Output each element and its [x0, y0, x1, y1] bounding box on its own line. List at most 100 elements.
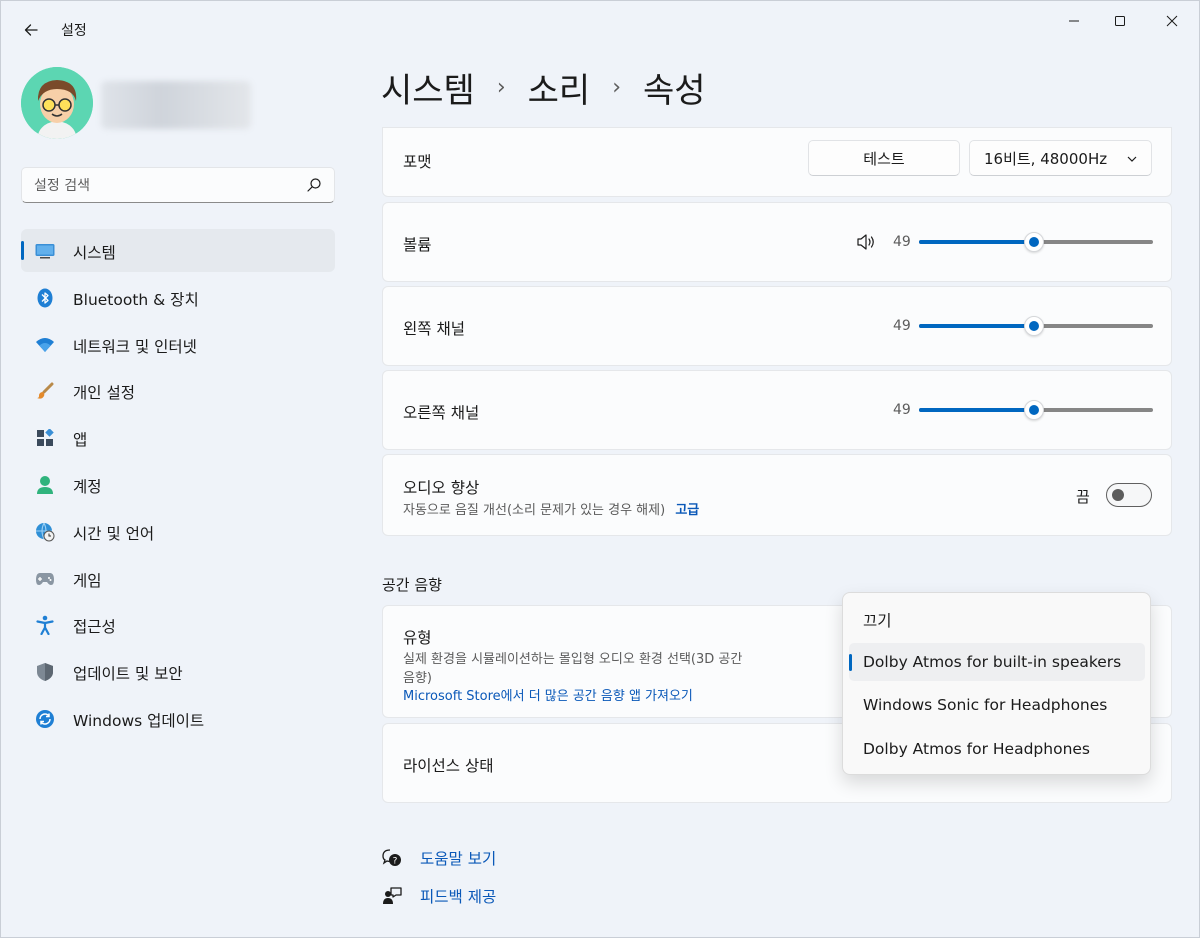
toggle-knob: [1112, 489, 1124, 501]
bluetooth-icon: [35, 288, 55, 308]
chevron-right-icon: ›: [612, 75, 622, 100]
feedback-icon: [381, 885, 403, 907]
breadcrumb: 시스템 › 소리 › 속성: [381, 63, 706, 112]
app-title: 설정: [61, 23, 87, 39]
left-channel-slider[interactable]: [919, 316, 1153, 336]
maximize-icon: [1115, 16, 1125, 26]
sidebar-item-label: 접근성: [73, 618, 116, 637]
sidebar-item-label: 게임: [73, 571, 102, 590]
slider-thumb[interactable]: [1024, 232, 1044, 252]
sidebar-item-label: Windows 업데이트: [73, 711, 205, 730]
gamepad-icon: [35, 569, 55, 589]
advanced-link[interactable]: 고급: [675, 503, 699, 518]
store-link[interactable]: Microsoft Store에서 더 많은 공간 음향 앱 가져오기: [403, 685, 693, 704]
help-link[interactable]: ? 도움말 보기: [381, 847, 496, 869]
page-title: 속성: [643, 71, 706, 111]
volume-value: 49: [893, 234, 911, 250]
minimize-button[interactable]: [1051, 5, 1097, 37]
sidebar-item-label: 계정: [73, 477, 102, 496]
slider-fill: [919, 240, 1034, 244]
audio-enhance-description: 자동으로 음질 개선(소리 문제가 있는 경우 해제) 고급: [403, 499, 699, 518]
breadcrumb-sound[interactable]: 소리: [528, 63, 591, 112]
maximize-button[interactable]: [1097, 5, 1143, 37]
apps-icon: [35, 428, 55, 448]
format-dropdown-value: 16비트, 48000Hz: [984, 149, 1108, 168]
sidebar-item-label: Bluetooth & 장치: [73, 290, 199, 309]
test-button-label: 테스트: [863, 149, 905, 168]
profile-name-blurred: [101, 81, 251, 129]
sidebar-item-label: 네트워크 및 인터넷: [73, 337, 197, 356]
sidebar-item-personalization[interactable]: 개인 설정: [21, 369, 335, 412]
sidebar-item-time-language[interactable]: 시간 및 언어: [21, 510, 335, 553]
search-box[interactable]: [21, 167, 335, 203]
search-input[interactable]: [34, 176, 294, 196]
license-label: 라이선스 상태: [403, 757, 494, 775]
sidebar-item-apps[interactable]: 앱: [21, 416, 335, 459]
sidebar-item-update-security[interactable]: 업데이트 및 보안: [21, 650, 335, 693]
sidebar-item-bluetooth[interactable]: Bluetooth & 장치: [21, 276, 335, 319]
format-dropdown[interactable]: 16비트, 48000Hz: [969, 140, 1152, 176]
slider-thumb[interactable]: [1024, 400, 1044, 420]
sidebar-item-network[interactable]: 네트워크 및 인터넷: [21, 323, 335, 366]
dropdown-option-windows-sonic[interactable]: Windows Sonic for Headphones: [849, 686, 1145, 724]
dropdown-option-off[interactable]: 끄기: [849, 599, 1145, 637]
search-icon[interactable]: [306, 177, 322, 193]
audio-enhance-state: 끔: [1076, 488, 1090, 506]
test-button[interactable]: 테스트: [808, 140, 960, 176]
feedback-link[interactable]: 피드백 제공: [381, 885, 496, 907]
settings-window: 설정 설정 검색 시스템 Bluetooth & 장치 네트워크 및 인터넷 개…: [0, 0, 1200, 938]
spatial-type-description-line1: 실제 환경을 시뮬레이션하는 몰입형 오디오 환경 선택(3D 공간: [403, 652, 743, 667]
help-icon: ?: [381, 847, 403, 869]
update-icon: [35, 709, 55, 729]
sidebar-item-accessibility[interactable]: 접근성: [21, 603, 335, 646]
help-link-label[interactable]: 도움말 보기: [420, 847, 496, 869]
audio-enhance-label: 오디오 향상: [403, 479, 480, 497]
sidebar-item-label: 개인 설정: [73, 384, 135, 403]
close-button[interactable]: [1149, 5, 1195, 37]
left-channel-value: 49: [893, 318, 911, 334]
chevron-right-icon: ›: [496, 75, 506, 100]
accessibility-icon: [35, 615, 55, 636]
minimize-icon: [1069, 20, 1079, 22]
svg-text:?: ?: [393, 857, 398, 867]
brush-icon: [35, 381, 55, 401]
sidebar-item-gaming[interactable]: 게임: [21, 557, 335, 600]
dropdown-option-dolby-builtin[interactable]: Dolby Atmos for built-in speakers: [849, 643, 1145, 681]
avatar[interactable]: [21, 67, 93, 139]
format-card: 포맷 테스트 16비트, 48000Hz: [382, 127, 1172, 197]
format-label: 포맷: [403, 153, 432, 171]
volume-label: 볼륨: [403, 236, 432, 254]
close-icon: [1166, 15, 1178, 27]
audio-enhance-card: 오디오 향상 자동으로 음질 개선(소리 문제가 있는 경우 해제) 고급 끔: [382, 454, 1172, 536]
sidebar-item-accounts[interactable]: 계정: [21, 463, 335, 506]
breadcrumb-system[interactable]: 시스템: [381, 63, 475, 112]
feedback-link-label[interactable]: 피드백 제공: [420, 885, 496, 907]
sidebar-item-label: 시스템: [73, 244, 116, 262]
right-channel-slider[interactable]: [919, 400, 1153, 420]
dropdown-option-label: Dolby Atmos for built-in speakers: [863, 653, 1122, 671]
section-title-spatial: 공간 음향: [382, 576, 442, 594]
audio-enhance-description-text: 자동으로 음질 개선(소리 문제가 있는 경우 해제): [403, 503, 666, 518]
right-channel-card: 오른쪽 채널 49: [382, 370, 1172, 450]
dropdown-option-label: Dolby Atmos for Headphones: [863, 740, 1091, 758]
speaker-icon[interactable]: [856, 233, 876, 251]
slider-thumb[interactable]: [1024, 316, 1044, 336]
spatial-type-dropdown-menu: 끄기 Dolby Atmos for built-in speakers Win…: [842, 592, 1151, 775]
spatial-type-description-line2: 음향): [403, 671, 432, 686]
right-channel-value: 49: [893, 402, 911, 418]
spatial-type-label: 유형: [403, 629, 432, 647]
back-button[interactable]: [15, 15, 47, 45]
volume-slider[interactable]: [919, 232, 1153, 252]
slider-fill: [919, 408, 1034, 412]
sidebar-item-system[interactable]: 시스템: [21, 229, 335, 272]
audio-enhance-toggle[interactable]: [1106, 483, 1152, 507]
sidebar-item-label: 시간 및 언어: [73, 524, 155, 543]
dropdown-option-dolby-headphones[interactable]: Dolby Atmos for Headphones: [849, 730, 1145, 768]
wifi-icon: [35, 335, 55, 355]
sidebar-item-windows-update[interactable]: Windows 업데이트: [21, 697, 335, 740]
left-channel-card: 왼쪽 채널 49: [382, 286, 1172, 366]
avatar-image-icon: [21, 67, 93, 139]
left-channel-label: 왼쪽 채널: [403, 320, 465, 338]
shield-icon: [35, 662, 55, 682]
sidebar-item-label: 업데이트 및 보안: [73, 665, 183, 684]
